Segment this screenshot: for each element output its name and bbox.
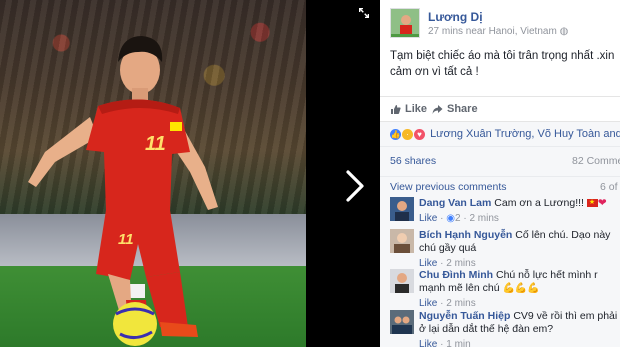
post-panel: Lương Dị 27 mins near Hanoi, Vietnam ◍ T… <box>380 0 620 347</box>
post-photo[interactable]: 11 11 <box>0 0 306 347</box>
post-meta: 27 mins near Hanoi, Vietnam ◍ <box>428 26 568 37</box>
comment-like-button[interactable]: Like <box>419 298 437 309</box>
comment-author[interactable]: Chu Đình Minh <box>419 269 493 281</box>
post-author-name[interactable]: Lương Dị <box>428 10 483 24</box>
comment-time: 2 mins <box>446 298 476 309</box>
sad-reaction-icon: · <box>402 128 413 140</box>
comment-time: 2 mins <box>469 213 499 224</box>
shares-count[interactable]: 56 shares <box>390 155 436 167</box>
comments-count[interactable]: 82 Comments <box>572 155 620 167</box>
view-previous-comments-link[interactable]: View previous comments <box>390 181 507 193</box>
comment-time: 2 mins <box>446 258 476 269</box>
comments-page-count: 6 of 82 <box>600 181 620 193</box>
post-timestamp-location: 27 mins near Hanoi, Vietnam <box>428 26 557 37</box>
like-reaction-icon: 👍 <box>390 128 401 140</box>
author-avatar[interactable] <box>390 8 420 38</box>
post-actions-bar: Like Share <box>380 96 620 122</box>
comment-footer: Like · 1 min <box>419 338 620 347</box>
comment-author[interactable]: Bích Hạnh Nguyễn <box>419 229 512 241</box>
post-header: Lương Dị 27 mins near Hanoi, Vietnam ◍ T… <box>380 0 620 96</box>
vietnam-flag-icon <box>586 196 598 209</box>
commenter-avatar[interactable] <box>390 269 414 293</box>
globe-icon: ◍ <box>559 26 569 37</box>
heart-icon: ❤ <box>597 197 607 209</box>
comment-text: Cam ơn a Lương!!! <box>494 197 584 209</box>
like-button[interactable]: Like <box>390 103 427 115</box>
comments-section: View previous comments 6 of 82 Dang Van … <box>380 176 620 347</box>
commenter-avatar[interactable] <box>390 310 414 334</box>
comment-body: Chu Đình Minh Chú nỗ lực hết mình r mạnh… <box>419 269 620 310</box>
comment-reaction-icon: ◉ <box>446 213 455 224</box>
comment-body: Bích Hạnh Nguyễn Cố lên chú. Dạo này chú… <box>419 229 620 270</box>
chevron-right-icon[interactable] <box>342 168 368 204</box>
expand-icon[interactable] <box>357 6 371 20</box>
like-label: Like <box>405 103 428 115</box>
post-text: Tạm biệt chiếc áo mà tôi trân trọng nhất… <box>390 50 615 78</box>
comment-footer: Like · ◉2 · 2 mins <box>419 213 499 224</box>
share-icon <box>432 104 443 114</box>
comment-time: 1 min <box>446 339 471 347</box>
reaction-icons: 👍 · ♥ <box>390 128 425 140</box>
post-counts: 56 shares 82 Comments <box>380 146 620 176</box>
comment-like-button[interactable]: Like <box>419 258 437 269</box>
flexed-biceps-icon: 💪💪💪 <box>502 283 540 294</box>
photo-viewer: 11 11 <box>0 0 380 347</box>
svg-text:11: 11 <box>118 231 134 248</box>
commenter-avatar[interactable] <box>390 197 414 221</box>
share-button[interactable]: Share <box>432 103 478 115</box>
comment-like-button[interactable]: Like <box>419 339 437 347</box>
football-player-figure: 11 11 <box>28 36 218 346</box>
like-icon <box>391 104 401 114</box>
comment-author[interactable]: Nguyễn Tuấn Hiệp <box>419 310 510 322</box>
commenter-avatar[interactable] <box>390 229 414 253</box>
reactions-summary[interactable]: 👍 · ♥ Lương Xuân Trường, Võ Huy Toàn and… <box>380 122 620 146</box>
share-label: Share <box>447 103 478 115</box>
jersey-number: 11 <box>145 133 166 155</box>
comment-body: Nguyễn Tuấn Hiệp CV9 về rồi thì em phải … <box>419 310 620 347</box>
comment-author[interactable]: Dang Van Lam <box>419 197 491 209</box>
love-reaction-icon: ♥ <box>414 128 425 140</box>
comment-footer: Like · 2 mins <box>419 298 476 309</box>
comment-like-button[interactable]: Like <box>419 213 437 224</box>
comment-reaction-count[interactable]: 2 <box>455 213 461 224</box>
comment-body: Dang Van Lam Cam ơn a Lương!!! ❤ Like · … <box>419 196 620 225</box>
reaction-names[interactable]: Lương Xuân Trường, Võ Huy Toàn and 904 o… <box>430 128 620 140</box>
